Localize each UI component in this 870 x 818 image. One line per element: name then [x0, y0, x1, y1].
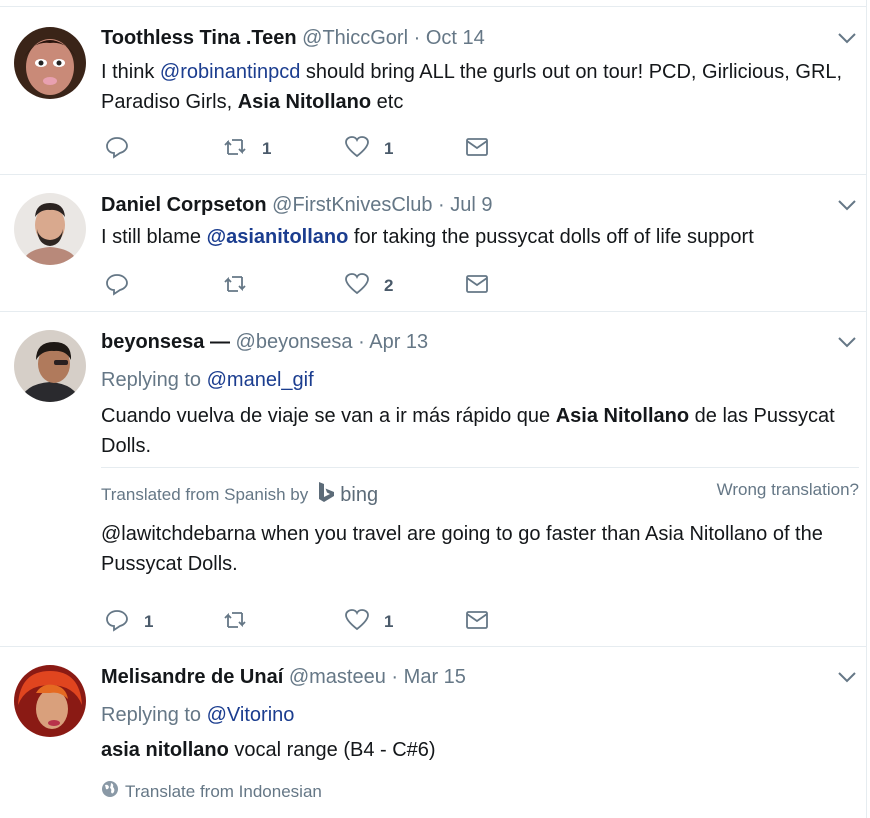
retweet-icon — [222, 271, 248, 302]
like-count: 1 — [384, 612, 394, 631]
tweet-header: Daniel Corpseton @FirstKnivesClub · Jul … — [101, 192, 493, 218]
envelope-icon — [464, 134, 490, 165]
reply-icon — [104, 271, 130, 302]
replying-to-handle[interactable]: @Vitorino — [207, 704, 295, 726]
globe-icon — [101, 780, 125, 803]
retweet-button[interactable]: 1 — [222, 135, 271, 163]
chevron-down-icon[interactable] — [835, 665, 859, 689]
reply-button[interactable] — [104, 135, 130, 163]
translate-link-label: Translate from Indonesian — [125, 781, 322, 801]
wrong-translation-link[interactable]: Wrong translation? — [717, 480, 859, 500]
display-name[interactable]: beyonsesa — — [101, 331, 230, 353]
reply-button[interactable]: 1 — [104, 608, 153, 636]
replying-to-handle[interactable]: @manel_gif — [207, 369, 314, 391]
retweet-button[interactable] — [222, 272, 248, 300]
reply-icon — [104, 134, 130, 165]
direct-message-button[interactable] — [464, 272, 490, 300]
highlighted-term: Asia Nitollano — [237, 91, 372, 113]
separator-dot: · — [413, 27, 421, 49]
separator-dot: · — [358, 331, 365, 353]
bing-logo-icon — [316, 480, 340, 510]
username[interactable]: @FirstKnivesClub — [272, 194, 432, 216]
username[interactable]: @ThiccGorl — [302, 27, 408, 49]
retweet-button[interactable] — [222, 608, 248, 636]
action-bar: 1 1 — [101, 608, 521, 636]
like-button[interactable]: 1 — [344, 608, 393, 636]
replying-to: Replying to @manel_gif — [101, 367, 314, 393]
translate-tweet-link[interactable]: Translate from Indonesian — [101, 780, 322, 803]
highlighted-term: Asia Nitollano — [555, 405, 690, 427]
like-count: 2 — [384, 276, 394, 295]
like-count: 1 — [384, 139, 394, 158]
translation-attribution: Translated from Spanish by bing — [101, 480, 378, 510]
reply-count: 1 — [144, 612, 154, 631]
tweet-1[interactable]: Toothless Tina .Teen @ThiccGorl · Oct 14… — [0, 7, 866, 175]
translated-from-label: Translated from Spanish by — [101, 485, 309, 504]
timestamp[interactable]: Mar 15 — [404, 666, 466, 688]
avatar[interactable] — [14, 27, 86, 99]
chevron-down-icon[interactable] — [835, 26, 859, 50]
action-bar: 1 1 — [101, 135, 521, 163]
like-button[interactable]: 1 — [344, 135, 393, 163]
tweet-header: beyonsesa — @beyonsesa · Apr 13 — [101, 329, 428, 355]
retweet-count: 1 — [262, 139, 272, 158]
translation-bar: Translated from Spanish by bing Wrong tr… — [101, 467, 859, 507]
tweet-text-part: Cuando vuelva de viaje se van a ir más r… — [101, 405, 556, 427]
chevron-down-icon[interactable] — [835, 193, 859, 217]
direct-message-button[interactable] — [464, 608, 490, 636]
bing-label: bing — [340, 483, 379, 506]
display-name[interactable]: Toothless Tina .Teen — [101, 27, 297, 49]
envelope-icon — [464, 607, 490, 638]
avatar[interactable] — [14, 193, 86, 265]
chevron-down-icon[interactable] — [835, 330, 859, 354]
username[interactable]: @masteeu — [289, 666, 386, 688]
envelope-icon — [464, 271, 490, 302]
right-border — [866, 0, 867, 818]
tweet-text-part: etc — [371, 91, 404, 113]
bing-logo: bing — [316, 480, 378, 510]
heart-icon — [344, 271, 370, 302]
tweet-text-part: vocal range (B4 - C#6) — [228, 739, 436, 761]
replying-to-label: Replying to — [101, 369, 207, 391]
reply-icon — [104, 607, 130, 638]
translated-text: @lawitchdebarna when you travel are goin… — [101, 523, 823, 575]
avatar[interactable] — [14, 665, 86, 737]
display-name[interactable]: Daniel Corpseton — [101, 194, 267, 216]
timestamp[interactable]: Apr 13 — [369, 331, 428, 353]
separator-dot: · — [438, 194, 445, 216]
mention-link[interactable]: @asianitollano — [207, 226, 349, 248]
replying-to: Replying to @Vitorino — [101, 702, 294, 728]
heart-icon — [344, 134, 370, 165]
tweet-text-part: I still blame — [101, 226, 207, 248]
direct-message-button[interactable] — [464, 135, 490, 163]
tweet-text: Cuando vuelva de viaje se van a ir más r… — [101, 401, 854, 461]
tweet-header: Toothless Tina .Teen @ThiccGorl · Oct 14 — [101, 25, 485, 51]
tweet-4[interactable]: Melisandre de Unaí @masteeu · Mar 15 Rep… — [0, 647, 866, 818]
retweet-icon — [222, 607, 248, 638]
display-name[interactable]: Melisandre de Unaí — [101, 666, 283, 688]
separator-dot: · — [391, 666, 399, 688]
tweet-3[interactable]: beyonsesa — @beyonsesa · Apr 13 Replying… — [0, 312, 866, 647]
username[interactable]: @beyonsesa — [236, 331, 353, 353]
reply-button[interactable] — [104, 272, 130, 300]
avatar[interactable] — [14, 330, 86, 402]
highlighted-term: asia nitollano — [101, 739, 229, 761]
timestamp[interactable]: Jul 9 — [450, 194, 492, 216]
like-button[interactable]: 2 — [344, 272, 393, 300]
timestamp[interactable]: Oct 14 — [426, 27, 485, 49]
tweet-header: Melisandre de Unaí @masteeu · Mar 15 — [101, 664, 466, 690]
tweet-text-part: I think — [101, 61, 160, 83]
replying-to-label: Replying to — [101, 704, 207, 726]
retweet-icon — [222, 134, 248, 165]
tweet-text: I think @robinantinpcd should bring ALL … — [101, 57, 854, 117]
action-bar: 2 — [101, 272, 521, 300]
heart-icon — [344, 607, 370, 638]
mention-link[interactable]: @robinantinpcd — [160, 61, 300, 83]
tweet-2[interactable]: Daniel Corpseton @FirstKnivesClub · Jul … — [0, 175, 866, 312]
tweet-text: asia nitollano vocal range (B4 - C#6) — [101, 735, 854, 765]
tweet-text-part: for taking the pussycat dolls off of lif… — [348, 226, 754, 248]
tweet-text: I still blame @asianitollano for taking … — [101, 222, 854, 252]
